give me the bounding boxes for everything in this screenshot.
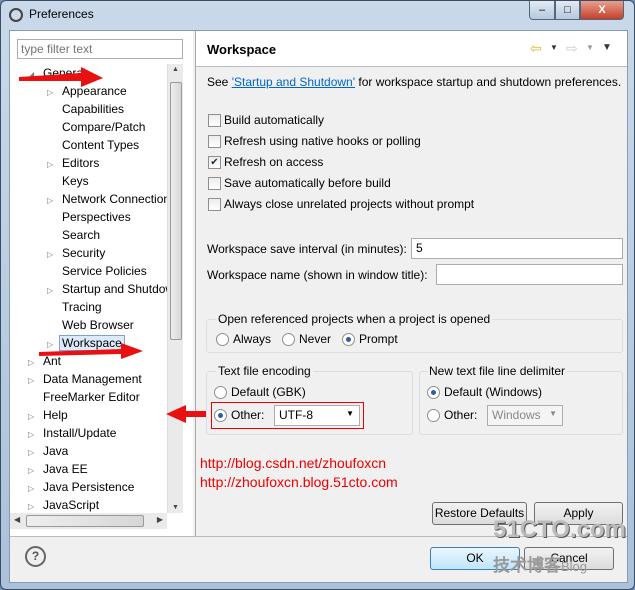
red-arrow-annotations: [19, 67, 206, 423]
arrow-workspace: [39, 343, 143, 359]
preferences-window: Preferences – □ X ◢General▷AppearanceCap…: [0, 0, 635, 590]
arrow-encoding: [166, 405, 206, 423]
arrow-general: [19, 67, 103, 87]
